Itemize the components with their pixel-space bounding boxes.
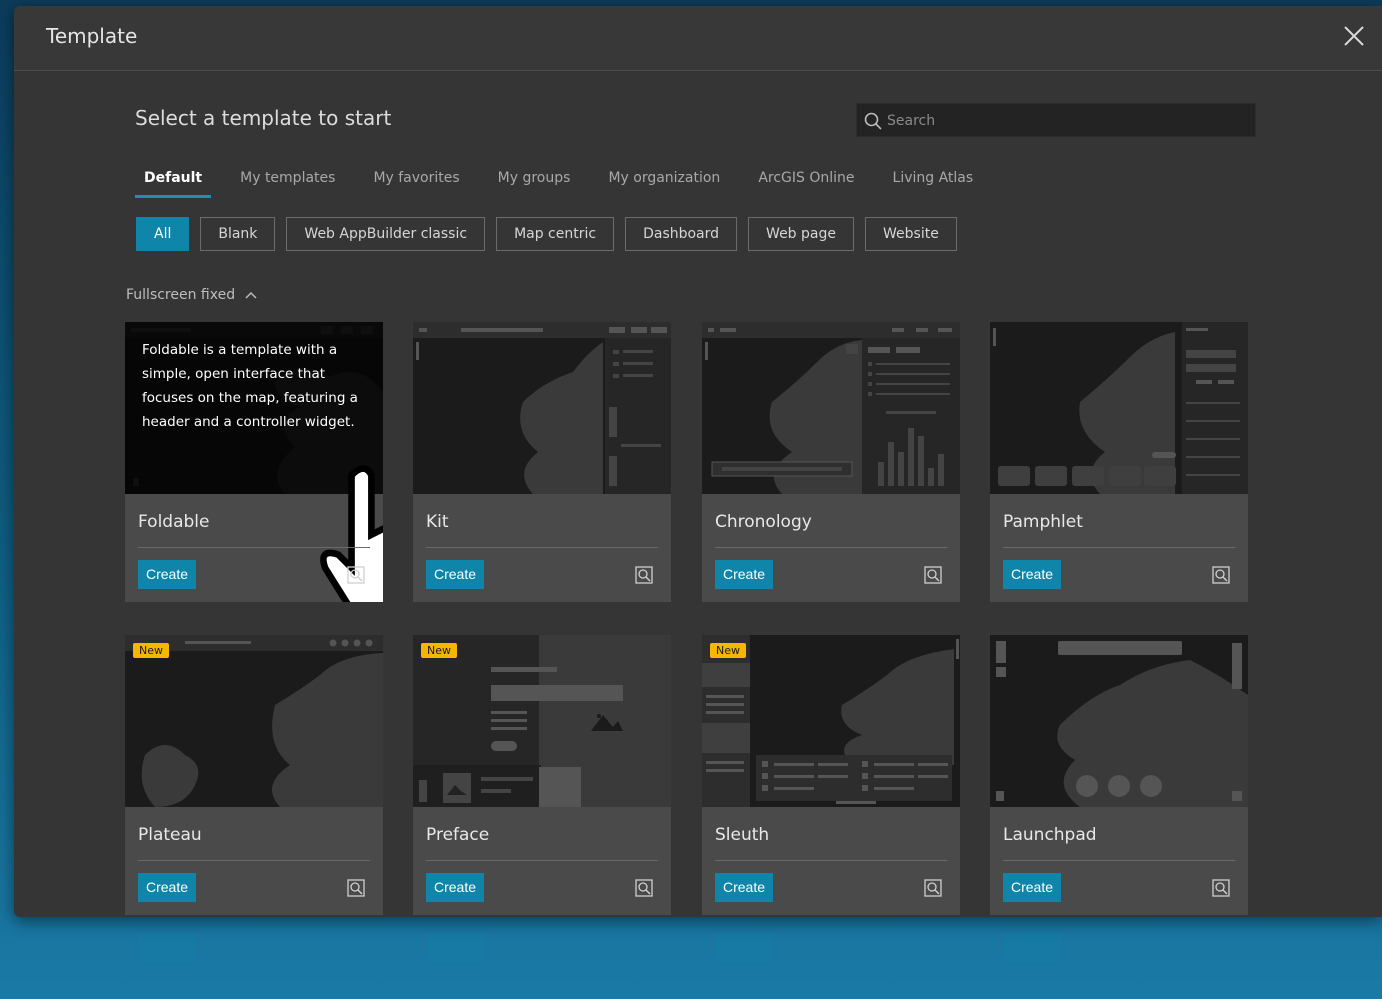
template-card-kit[interactable]: Kit Create [413,322,671,602]
card-thumbnail [990,635,1248,807]
create-button[interactable]: Create [1003,873,1062,902]
card-divider [715,547,947,548]
new-badge: New [710,643,746,658]
card-title: Kit [426,512,449,532]
preview-icon[interactable] [347,879,365,897]
card-thumbnail: New [413,635,671,807]
card-thumbnail: New [702,635,960,807]
filter-dashboard[interactable]: Dashboard [625,217,738,251]
search-icon [864,112,882,130]
tab-my-groups[interactable]: My groups [489,166,580,198]
tab-my-organization[interactable]: My organization [599,166,729,198]
create-button[interactable]: Create [138,873,197,902]
background-reflection [0,918,1382,999]
template-card-foldable[interactable]: Foldable is a template with a simple, op… [125,322,383,602]
filter-web-page[interactable]: Web page [748,217,854,251]
preview-icon[interactable] [924,879,942,897]
preview-icon[interactable] [1212,879,1230,897]
create-button[interactable]: Create [715,560,774,589]
card-thumbnail: New [125,635,383,807]
card-divider [426,860,658,861]
reflection-mark [138,934,196,962]
reflection-mark [427,934,485,962]
preview-icon[interactable] [635,566,653,584]
card-divider [138,547,370,548]
card-title: Launchpad [1003,825,1097,845]
new-badge: New [133,643,169,658]
card-thumbnail [990,322,1248,494]
create-button[interactable]: Create [715,873,774,902]
create-button[interactable]: Create [426,560,485,589]
card-divider [1003,860,1235,861]
template-dialog: Template Select a template to start Defa… [14,6,1382,917]
preview-icon[interactable] [924,566,942,584]
card-divider [426,547,658,548]
card-divider [715,860,947,861]
search-box[interactable] [856,103,1256,138]
filter-web-appbuilder-classic[interactable]: Web AppBuilder classic [286,217,486,251]
template-card-preface[interactable]: New Preface Create [413,635,671,915]
source-tabs: Default My templates My favorites My gro… [135,166,1002,198]
chevron-up-icon [245,291,257,299]
reflection-mark [715,934,773,962]
preview-icon[interactable] [635,879,653,897]
card-title: Preface [426,825,490,845]
card-thumbnail: Foldable is a template with a simple, op… [125,322,383,602]
close-button[interactable] [1342,24,1366,48]
filter-all[interactable]: All [136,217,190,251]
template-card-chronology[interactable]: Chronology Create [702,322,960,602]
reflection-mark [1004,934,1062,962]
template-card-sleuth[interactable]: New Sleuth Create [702,635,960,915]
dialog-title: Template [46,24,138,48]
card-title: Foldable [138,512,210,532]
card-title: Pamphlet [1003,512,1083,532]
dialog-header: Template [14,6,1382,71]
search-input[interactable] [885,104,1249,138]
new-badge: New [421,643,457,658]
page-heading: Select a template to start [135,106,392,130]
create-button[interactable]: Create [138,560,197,589]
template-card-launchpad[interactable]: Launchpad Create [990,635,1248,915]
tab-arcgis-online[interactable]: ArcGIS Online [749,166,863,198]
tab-living-atlas[interactable]: Living Atlas [884,166,983,198]
card-thumbnail [413,322,671,494]
section-toggle[interactable]: Fullscreen fixed [126,287,258,303]
create-button[interactable]: Create [1003,560,1062,589]
type-filters: All Blank Web AppBuilder classic Map cen… [136,217,968,251]
card-title: Chronology [715,512,812,532]
tab-my-templates[interactable]: My templates [231,166,344,198]
preview-icon[interactable] [347,566,365,584]
preview-icon[interactable] [1212,566,1230,584]
filter-website[interactable]: Website [865,217,957,251]
template-card-pamphlet[interactable]: Pamphlet Create [990,322,1248,602]
card-title: Sleuth [715,825,770,845]
close-icon [1344,26,1364,46]
filter-blank[interactable]: Blank [200,217,276,251]
tab-my-favorites[interactable]: My favorites [364,166,468,198]
card-divider [138,860,370,861]
tab-default[interactable]: Default [135,166,212,198]
card-divider [1003,547,1235,548]
section-title: Fullscreen fixed [126,287,236,303]
template-card-plateau[interactable]: New Plateau Create [125,635,383,915]
card-thumbnail [702,322,960,494]
filter-map-centric[interactable]: Map centric [496,217,615,251]
card-title: Plateau [138,825,202,845]
create-button[interactable]: Create [426,873,485,902]
